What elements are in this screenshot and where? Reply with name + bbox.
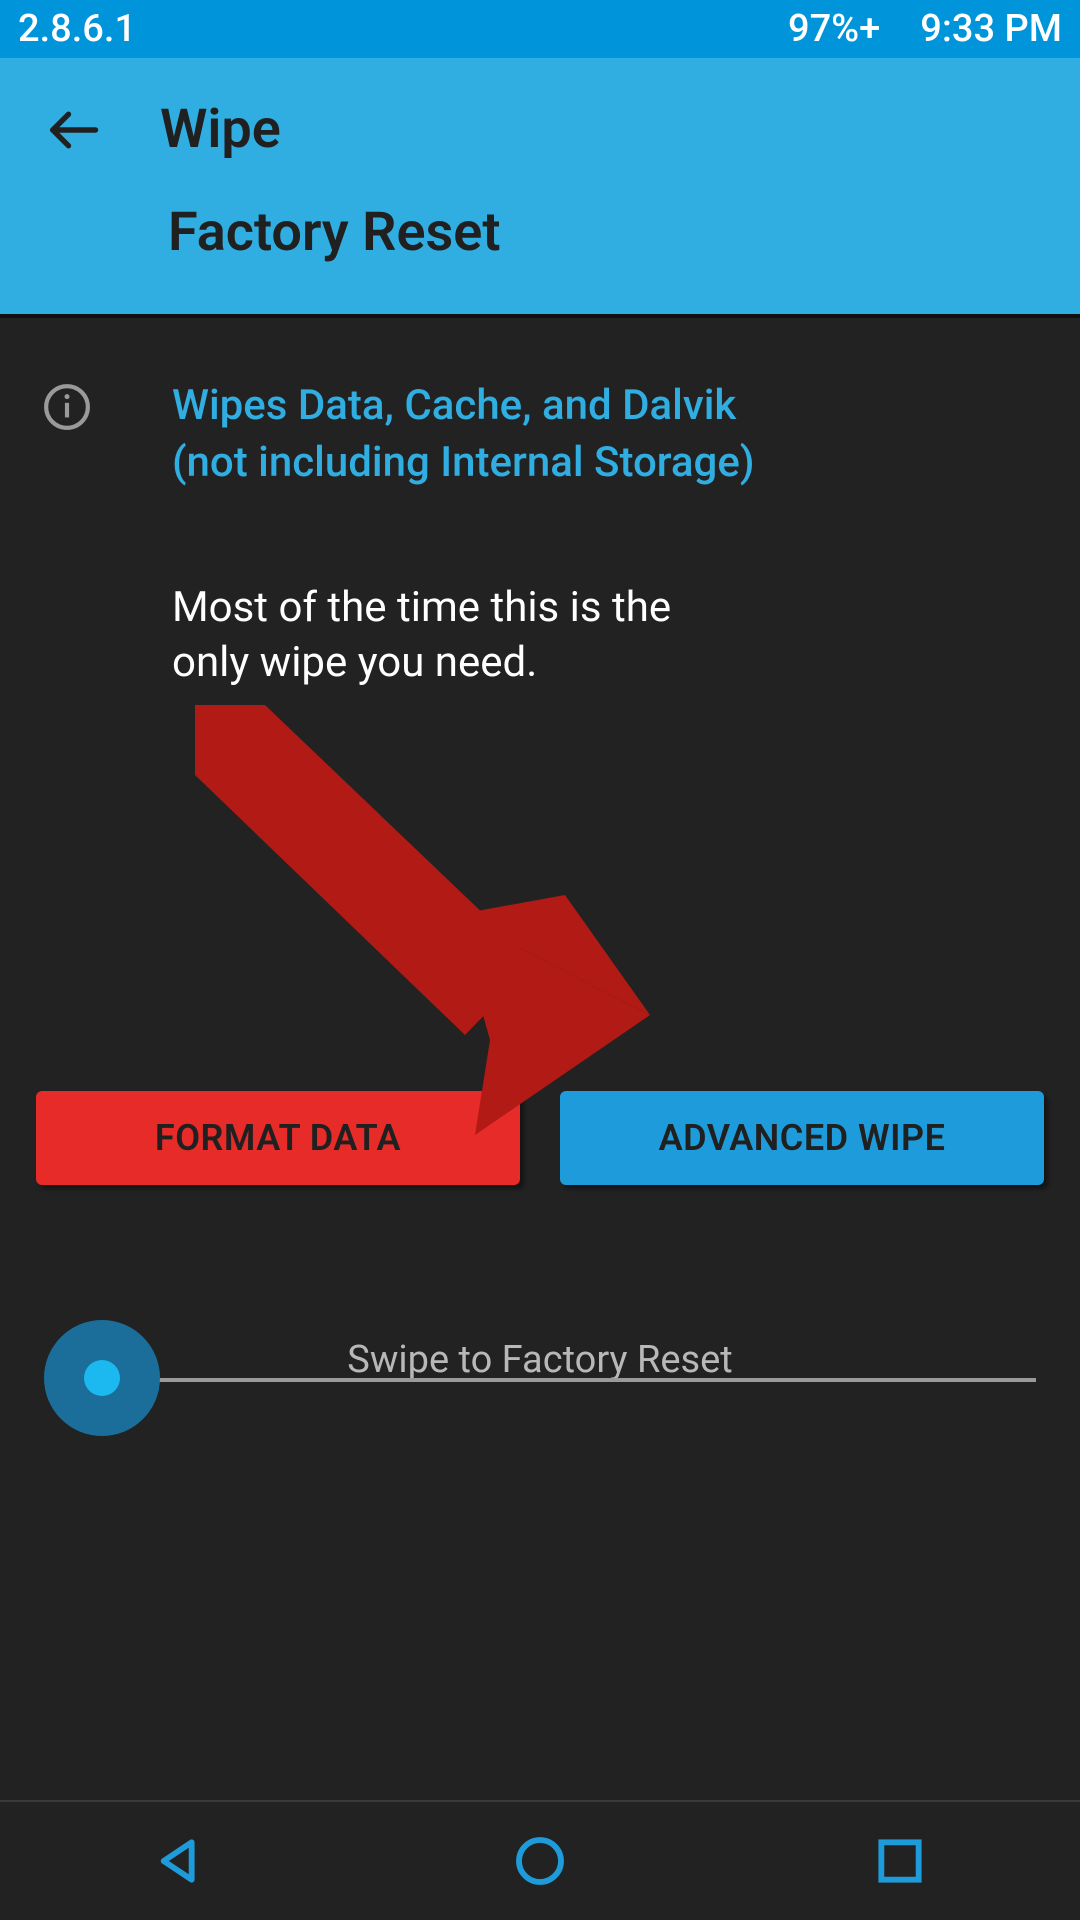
swipe-slider[interactable]: Swipe to Factory Reset	[0, 1320, 1080, 1440]
description-text: Most of the time this is the only wipe y…	[172, 581, 712, 690]
page-title: Wipe	[160, 98, 281, 161]
header-top-row: Wipe	[0, 58, 1080, 201]
annotation-arrow-icon	[195, 705, 665, 1135]
version-label: 2.8.6.1	[18, 7, 136, 51]
info-line2: (not including Internal Storage)	[172, 435, 755, 492]
battery-label: 97%+	[788, 7, 880, 51]
swipe-label: Swipe to Factory Reset	[0, 1338, 1080, 1382]
nav-back-icon[interactable]	[152, 1833, 208, 1889]
swipe-thumb[interactable]	[44, 1320, 160, 1436]
info-icon	[42, 382, 92, 432]
button-row: FORMAT DATA ADVANCED WIPE	[0, 1091, 1080, 1185]
swipe-track	[106, 1378, 1036, 1382]
nav-home-icon[interactable]	[512, 1833, 568, 1889]
nav-bar	[0, 1800, 1080, 1920]
status-bar: 2.8.6.1 97%+ 9:33 PM	[0, 0, 1080, 58]
info-line1: Wipes Data, Cache, and Dalvik	[172, 378, 755, 435]
info-text: Wipes Data, Cache, and Dalvik (not inclu…	[172, 378, 755, 491]
back-arrow-icon[interactable]	[46, 103, 100, 157]
screen-root: 2.8.6.1 97%+ 9:33 PM Wipe Factory Reset	[0, 0, 1080, 1920]
advanced-wipe-button[interactable]: ADVANCED WIPE	[560, 1091, 1044, 1185]
format-data-button[interactable]: FORMAT DATA	[36, 1091, 520, 1185]
time-label: 9:33 PM	[920, 7, 1062, 51]
nav-recent-icon[interactable]	[872, 1833, 928, 1889]
info-section: Wipes Data, Cache, and Dalvik (not inclu…	[0, 318, 1080, 491]
page-subtitle: Factory Reset	[0, 201, 1080, 264]
header: Wipe Factory Reset	[0, 58, 1080, 318]
